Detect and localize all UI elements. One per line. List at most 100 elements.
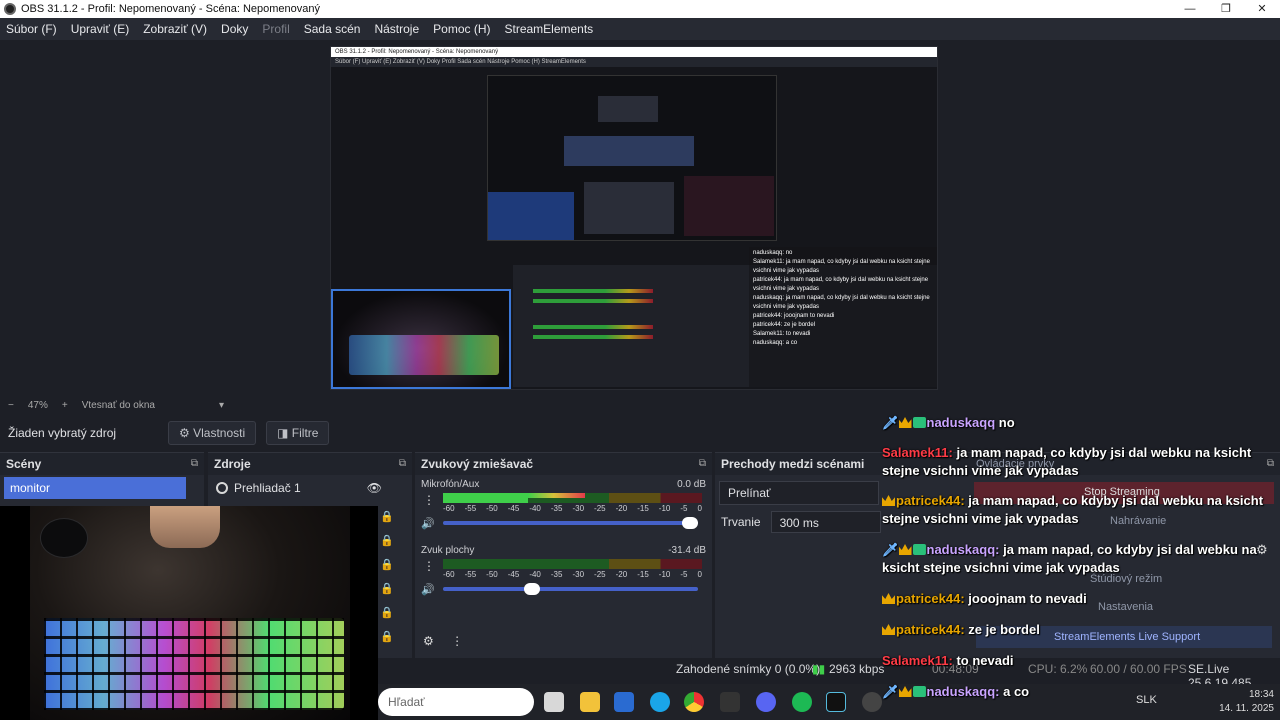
chat-overlay: 🗡 naduskaqq no Salamek11: ja mam napad, c… — [876, 410, 1276, 710]
moderator-sword-icon: 🗡 — [882, 542, 899, 557]
gift-icon — [912, 686, 926, 697]
file-explorer-icon[interactable] — [580, 692, 600, 712]
chat-message: patricek44: ze je bordel — [882, 621, 1274, 639]
mixer-title: Zvukový zmiešavač — [421, 457, 534, 471]
obs-logo-icon — [4, 3, 16, 15]
source-label: Prehliadač 1 — [234, 481, 301, 495]
spotify-icon[interactable] — [792, 692, 812, 712]
crown-icon — [898, 686, 912, 697]
dropped-frames: Zahodené snímky 0 (0.0%) — [676, 662, 821, 676]
filter-icon: ◨ — [277, 426, 292, 440]
scenes-title: Scény — [6, 457, 42, 471]
meter-scale: -60 -55 -50 -45 -40 -35 -30 -25 -20 -15 -10 -5 0 — [443, 570, 702, 579]
terminal-icon[interactable] — [826, 692, 846, 712]
crown-icon — [898, 417, 912, 428]
nested-title: OBS 31.1.2 - Profil: Nepomenovaný - Scén… — [331, 47, 937, 57]
crown-icon — [882, 624, 895, 635]
channel-name: Zvuk plochy — [421, 545, 475, 556]
duration-label: Trvanie — [721, 515, 761, 529]
chrome-icon[interactable] — [684, 692, 704, 712]
window-title: OBS 31.1.2 - Profil: Nepomenovaný - Scén… — [21, 3, 320, 15]
zoom-out-button[interactable]: − — [8, 400, 14, 411]
menu-scene-collection[interactable]: Sada scén — [304, 22, 361, 36]
menu-docks[interactable]: Doky — [221, 22, 248, 36]
volume-slider[interactable] — [443, 517, 698, 529]
audio-mixer-dock: Zvukový zmiešavač ⧉ Mikrofón/Aux 0.0 dB ⋮ … — [415, 452, 712, 658]
menu-tools[interactable]: Nástroje — [374, 22, 419, 36]
mixer-menu-icon[interactable]: ⋮ — [451, 634, 463, 648]
volume-slider[interactable] — [443, 583, 698, 595]
lock-icon-column: 🔒 🔒 🔒 🔒 🔒 🔒 — [380, 511, 394, 643]
properties-button[interactable]: ⚙ Vlastnosti — [168, 421, 257, 445]
fit-to-window-label[interactable]: Vtesnať do okna — [82, 400, 155, 411]
slider-knob[interactable] — [682, 517, 698, 529]
moderator-sword-icon: 🗡 — [882, 415, 899, 430]
close-button[interactable]: ✕ — [1244, 0, 1280, 18]
slider-knob[interactable] — [524, 583, 541, 595]
visibility-eye-icon[interactable]: 👁 — [367, 481, 382, 495]
menu-help[interactable]: Pomoc (H) — [433, 22, 490, 36]
menu-edit[interactable]: Upraviť (E) — [71, 22, 130, 36]
chat-message: Salamek11: to nevadi — [882, 653, 1014, 668]
filters-button[interactable]: ◨ Filtre — [266, 421, 330, 445]
mouse-image — [40, 518, 88, 558]
chat-message: patricek44: jooojnam to nevadi — [882, 590, 1274, 608]
chat-message: patricek44: ja mam napad, co kdyby jsi d… — [882, 493, 1264, 526]
maximize-button[interactable]: ❐ — [1208, 0, 1244, 18]
preview-canvas[interactable]: OBS 31.1.2 - Profil: Nepomenovaný - Scén… — [330, 46, 938, 390]
speaker-icon[interactable]: 🔊 — [421, 583, 443, 596]
taskbar-search[interactable]: Hľadať — [378, 688, 534, 716]
speaker-icon[interactable]: 🔊 — [421, 517, 443, 530]
gift-icon — [912, 544, 926, 555]
fit-dropdown-icon[interactable]: ▾ — [219, 400, 224, 411]
zoom-in-button[interactable]: + — [62, 400, 68, 411]
hand-image — [150, 506, 220, 548]
mixer-footer: ⚙ ⋮ — [423, 634, 463, 648]
preview-area: OBS 31.1.2 - Profil: Nepomenovaný - Scén… — [0, 40, 1280, 396]
undock-icon[interactable]: ⧉ — [191, 453, 198, 475]
channel-menu-icon[interactable]: ⋮ — [423, 559, 435, 573]
discord-icon[interactable] — [756, 692, 776, 712]
menu-file[interactable]: Súbor (F) — [6, 22, 57, 36]
transition-type-select[interactable]: Prelínať — [719, 481, 879, 505]
crown-icon — [882, 593, 895, 604]
menu-profile[interactable]: Profil — [262, 22, 289, 36]
advanced-audio-gear-icon[interactable]: ⚙ — [423, 634, 434, 648]
gear-icon: ⚙ — [179, 426, 194, 440]
menu-streamelements[interactable]: StreamElements — [504, 22, 593, 36]
menu-bar: Súbor (F) Upraviť (E) Zobraziť (V) Doky … — [0, 18, 1280, 40]
webcam-overlay — [0, 506, 378, 720]
scene-item-monitor[interactable]: monitor — [4, 477, 186, 499]
volume-meter — [443, 493, 702, 503]
menu-view[interactable]: Zobraziť (V) — [143, 22, 207, 36]
moderator-sword-icon: 🗡 — [882, 684, 899, 699]
mixer-channel-mic: Mikrofón/Aux 0.0 dB ⋮ -60 -55 -50 -45 -40 -35-… — [415, 475, 712, 531]
meter-level-bottom — [443, 498, 529, 503]
nested-recursive-preview — [487, 75, 777, 241]
chat-message: 🗡 naduskaqq: ja mam napad, co kdyby jsi d… — [882, 542, 1257, 575]
zoom-level: 47% — [27, 399, 48, 411]
chat-message: 🗡 naduskaqq no — [882, 415, 1015, 430]
source-item-browser[interactable]: Prehliadač 1 👁 — [208, 475, 412, 501]
duration-input[interactable]: 300 ms — [770, 511, 881, 533]
crown-icon — [898, 544, 912, 555]
channel-name: Mikrofón/Aux — [421, 479, 480, 490]
title-bar: OBS 31.1.2 - Profil: Nepomenovaný - Scén… — [0, 0, 1280, 18]
nested-chat: naduskaqq: no Salamek11: ja mam napad, c… — [749, 247, 937, 387]
channel-db: 0.0 dB — [677, 479, 706, 490]
app-icon[interactable] — [720, 692, 740, 712]
channel-menu-icon[interactable]: ⋮ — [423, 493, 435, 507]
gift-icon — [912, 417, 926, 428]
undock-icon[interactable]: ⧉ — [399, 453, 406, 475]
undock-icon[interactable]: ⧉ — [699, 453, 706, 475]
minimize-button[interactable]: — — [1172, 0, 1208, 18]
volume-meter — [443, 559, 702, 569]
edge-icon[interactable] — [650, 692, 670, 712]
browser-icon — [216, 482, 228, 494]
nested-menu: Súbor (F) Upraviť (E) Zobraziť (V) Doky … — [331, 57, 937, 67]
task-view-icon[interactable] — [544, 692, 564, 712]
channel-db: -31.4 dB — [668, 545, 706, 556]
no-source-label: Žiaden vybratý zdroj — [8, 426, 117, 440]
bitrate-icon: ▮▮ — [812, 662, 826, 676]
store-icon[interactable] — [614, 692, 634, 712]
